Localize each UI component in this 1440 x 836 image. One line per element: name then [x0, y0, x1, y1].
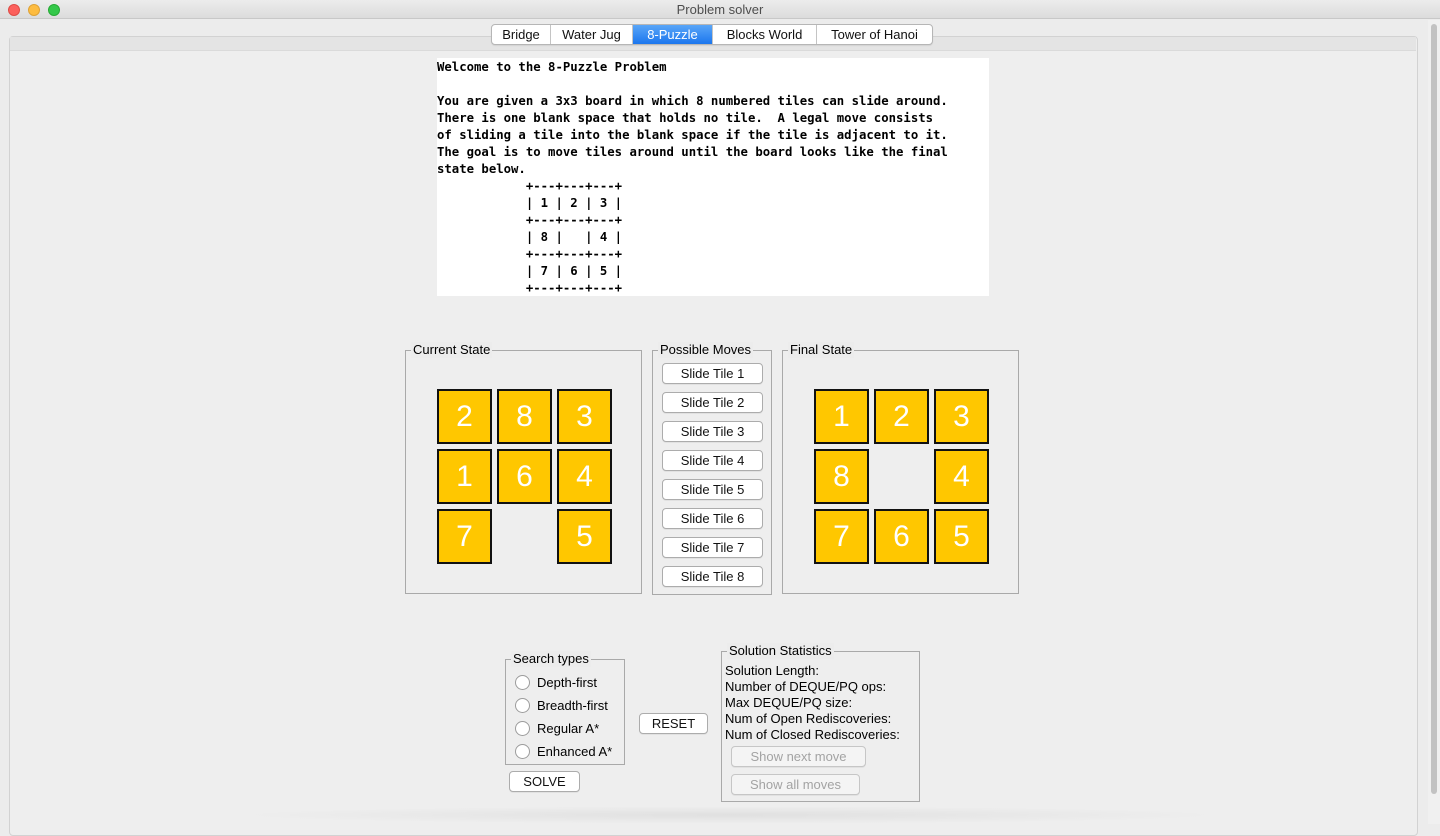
stat-max-deque-size: Max DEQUE/PQ size: — [725, 695, 853, 710]
solve-button[interactable]: SOLVE — [509, 771, 580, 792]
final-state-group: Final State 1 2 3 8 4 7 6 5 — [782, 342, 1019, 594]
slide-tile-5-button[interactable]: Slide Tile 5 — [662, 479, 763, 500]
final-tile: 2 — [874, 389, 929, 444]
current-state-group: Current State 2 8 3 1 6 4 7 5 — [405, 342, 642, 594]
window-title: Problem solver — [676, 2, 764, 17]
search-types-title: Search types — [511, 651, 591, 667]
show-all-moves-button[interactable]: Show all moves — [731, 774, 860, 795]
possible-moves-group: Possible Moves Slide Tile 1 Slide Tile 2… — [652, 342, 772, 595]
current-tile: 3 — [557, 389, 612, 444]
stat-solution-length: Solution Length: — [725, 663, 819, 678]
final-tile: 7 — [814, 509, 869, 564]
final-tile: 3 — [934, 389, 989, 444]
current-tile: 1 — [437, 449, 492, 504]
slide-tile-8-button[interactable]: Slide Tile 8 — [662, 566, 763, 587]
tab-tower-of-hanoi[interactable]: Tower of Hanoi — [817, 25, 932, 44]
radio-button[interactable] — [515, 720, 530, 736]
stat-open-rediscoveries: Num of Open Rediscoveries: — [725, 711, 892, 726]
final-tile: 8 — [814, 449, 869, 504]
current-tile: 8 — [497, 389, 552, 444]
tab-8-puzzle[interactable]: 8-Puzzle — [633, 25, 713, 44]
current-tile: 4 — [557, 449, 612, 504]
search-option-label: Enhanced A* — [537, 743, 613, 759]
final-tile: 4 — [934, 449, 989, 504]
slide-tile-2-button[interactable]: Slide Tile 2 — [662, 392, 763, 413]
current-state-title: Current State — [411, 342, 493, 358]
stat-closed-rediscoveries: Num of Closed Rediscoveries: — [725, 727, 900, 742]
final-tile: 5 — [934, 509, 989, 564]
search-option-depth-first[interactable]: Depth-first — [515, 672, 597, 692]
solution-statistics-group: Solution Statistics Solution Length: Num… — [721, 643, 920, 802]
tab-blocks-world[interactable]: Blocks World — [713, 25, 817, 44]
search-option-breadth-first[interactable]: Breadth-first — [515, 695, 608, 715]
bottom-shadow — [230, 806, 1230, 824]
slide-tile-7-button[interactable]: Slide Tile 7 — [662, 537, 763, 558]
radio-button[interactable] — [515, 674, 530, 690]
tab-bridge[interactable]: Bridge — [492, 25, 551, 44]
current-tile: 2 — [437, 389, 492, 444]
final-state-title: Final State — [788, 342, 855, 358]
search-types-group: Search types Depth-first Breadth-first R… — [505, 651, 625, 765]
current-tile: 5 — [557, 509, 612, 564]
slide-tile-4-button[interactable]: Slide Tile 4 — [662, 450, 763, 471]
scrollbar-thumb[interactable] — [1431, 24, 1437, 794]
stat-deque-ops: Number of DEQUE/PQ ops: — [725, 679, 887, 694]
slide-tile-6-button[interactable]: Slide Tile 6 — [662, 508, 763, 529]
search-option-enhanced-a-star[interactable]: Enhanced A* — [515, 741, 612, 761]
tab-water-jug[interactable]: Water Jug — [551, 25, 633, 44]
title-bar: Problem solver — [0, 0, 1440, 19]
reset-button[interactable]: RESET — [639, 713, 708, 734]
intro-text-area[interactable]: Welcome to the 8-Puzzle Problem You are … — [437, 58, 989, 296]
final-tile: 1 — [814, 389, 869, 444]
current-tile: 6 — [497, 449, 552, 504]
search-option-regular-a-star[interactable]: Regular A* — [515, 718, 599, 738]
slide-tile-3-button[interactable]: Slide Tile 3 — [662, 421, 763, 442]
radio-button[interactable] — [515, 697, 530, 713]
radio-button[interactable] — [515, 743, 530, 759]
search-option-label: Regular A* — [537, 720, 600, 736]
final-tile: 6 — [874, 509, 929, 564]
show-next-move-button[interactable]: Show next move — [731, 746, 866, 767]
tab-bar: Bridge Water Jug 8-Puzzle Blocks World T… — [491, 24, 933, 45]
solution-statistics-title: Solution Statistics — [727, 643, 834, 659]
possible-moves-title: Possible Moves — [658, 342, 754, 358]
search-option-label: Breadth-first — [537, 697, 608, 713]
current-tile: 7 — [437, 509, 492, 564]
slide-tile-1-button[interactable]: Slide Tile 1 — [662, 363, 763, 384]
search-option-label: Depth-first — [537, 674, 597, 690]
